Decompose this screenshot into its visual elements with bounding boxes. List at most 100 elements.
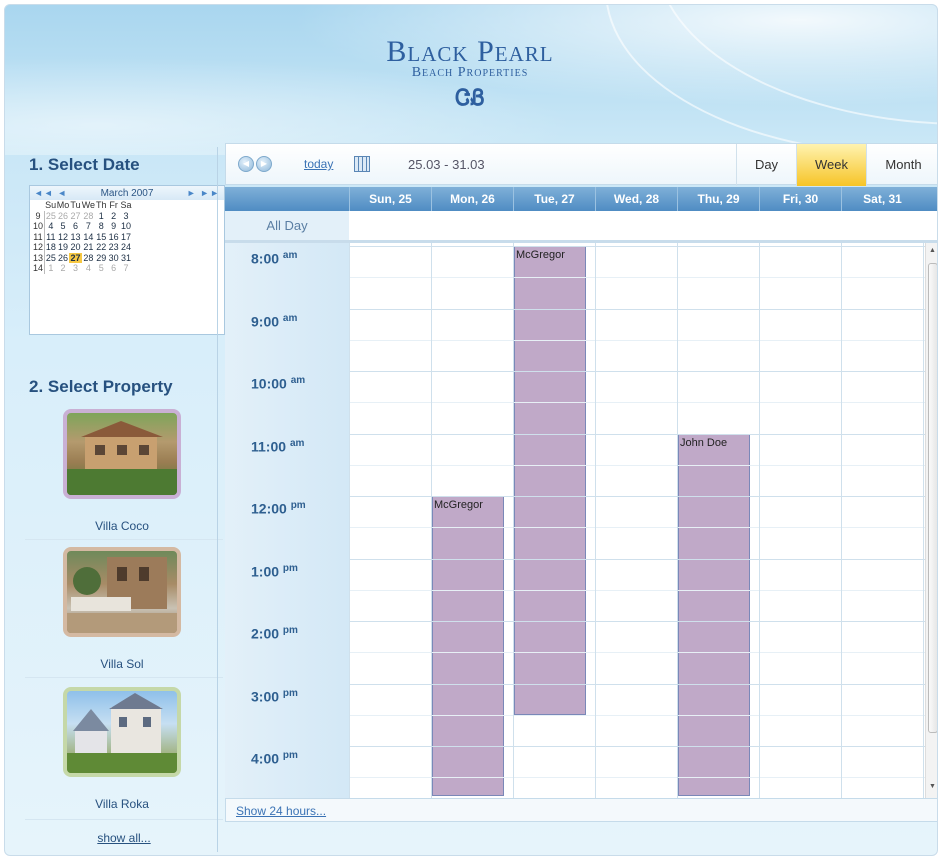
property-photo[interactable] xyxy=(63,687,181,777)
time-label: 10:00 am xyxy=(251,375,305,392)
mini-day-cell[interactable]: 29 xyxy=(95,253,107,264)
mini-day-cell[interactable]: 27 xyxy=(69,211,81,222)
mini-day-cell[interactable]: 6 xyxy=(107,263,119,274)
day-header-2[interactable]: Tue, 27 xyxy=(513,187,595,211)
time-label: 4:00 pm xyxy=(251,750,298,767)
mini-day-cell[interactable]: 1 xyxy=(95,211,107,222)
property-photo[interactable] xyxy=(63,409,181,499)
mini-day-cell[interactable]: 19 xyxy=(57,242,70,253)
mini-prev-nav-icon[interactable]: ◄◄ ◄ xyxy=(34,188,67,198)
appointment[interactable]: John Doe xyxy=(678,433,750,796)
scheduler: ◀ ▶ today 25.03 - 31.03 Day Week Month S… xyxy=(225,143,937,825)
mini-day-cell[interactable]: 6 xyxy=(69,221,81,232)
scroll-down-icon[interactable]: ▼ xyxy=(929,783,936,790)
day-header-5[interactable]: Fri, 30 xyxy=(759,187,841,211)
day-header-4[interactable]: Thu, 29 xyxy=(677,187,759,211)
mini-calendar-header: ◄◄ ◄ March 2007 ► ►► xyxy=(30,186,224,200)
mini-day-cell[interactable]: 16 xyxy=(107,232,119,243)
property-villa-coco[interactable]: Villa Coco xyxy=(63,409,181,533)
day-header-6[interactable]: Sat, 31 xyxy=(841,187,923,211)
property-villa-sol[interactable]: Villa Sol xyxy=(63,547,181,671)
time-label: 1:00 pm xyxy=(251,563,298,580)
scroll-thumb[interactable] xyxy=(928,263,937,733)
mini-next-nav-icon[interactable]: ► ►► xyxy=(187,188,220,198)
mini-day-cell[interactable]: 4 xyxy=(44,221,56,232)
mini-day-cell[interactable]: 27 xyxy=(69,252,82,263)
mini-day-cell[interactable]: 3 xyxy=(120,211,132,222)
mini-week-number: 9 xyxy=(32,210,45,221)
mini-day-cell[interactable]: 11 xyxy=(44,232,56,243)
appointment[interactable]: McGregor xyxy=(514,246,586,715)
mini-day-cell[interactable]: 23 xyxy=(107,242,119,253)
mini-day-cell[interactable]: 15 xyxy=(95,232,107,243)
time-hour: 4:00 xyxy=(251,750,280,767)
mini-day-cell[interactable]: 30 xyxy=(107,253,119,264)
mini-day-cell[interactable]: 5 xyxy=(95,263,107,274)
house-photo-icon xyxy=(67,421,177,495)
mini-day-cell[interactable]: 22 xyxy=(95,242,107,253)
day-header-1[interactable]: Mon, 26 xyxy=(431,187,513,211)
mini-day-cell[interactable]: 13 xyxy=(69,232,81,243)
property-name[interactable]: Villa Sol xyxy=(63,657,181,671)
day-header-3[interactable]: Wed, 28 xyxy=(595,187,677,211)
hour-gridline xyxy=(349,433,925,435)
mini-day-cell[interactable]: 17 xyxy=(120,232,132,243)
hour-gridline xyxy=(349,246,925,247)
divider xyxy=(25,819,223,820)
time-ampm: pm xyxy=(282,687,298,699)
mini-day-cell[interactable]: 24 xyxy=(120,242,132,253)
mini-day-cell[interactable]: 21 xyxy=(82,242,95,253)
mini-day-cell[interactable]: 5 xyxy=(57,221,70,232)
mini-month-label: March 2007 xyxy=(100,187,154,199)
mini-day-cell[interactable]: 18 xyxy=(44,242,56,253)
mini-day-cell[interactable]: 7 xyxy=(120,263,132,274)
mini-day-cell[interactable]: 26 xyxy=(57,253,70,264)
mini-day-cell[interactable]: 10 xyxy=(120,221,132,232)
tab-day[interactable]: Day xyxy=(736,144,796,186)
half-hour-gridline xyxy=(349,402,925,404)
show-all-link[interactable]: show all... xyxy=(25,831,223,845)
mini-calendar: ◄◄ ◄ March 2007 ► ►► Su Mo Tu We Th Fr Sa 9 25 26… xyxy=(29,185,225,335)
mini-week-row: 13 25 26 27 28 29 30 31 xyxy=(32,252,132,264)
mini-day-cell[interactable]: 2 xyxy=(107,211,119,222)
property-name[interactable]: Villa Coco xyxy=(63,519,181,533)
appointment[interactable]: McGregor xyxy=(432,496,504,796)
property-photo[interactable] xyxy=(63,547,181,637)
mini-day-cell[interactable]: 25 xyxy=(44,211,56,222)
hour-gridline xyxy=(349,558,925,560)
house-photo-icon xyxy=(67,693,177,773)
mini-dow-label: Th xyxy=(95,200,107,210)
mini-day-cell[interactable]: 4 xyxy=(82,263,95,274)
mini-day-cell[interactable]: 3 xyxy=(69,263,81,274)
tab-month[interactable]: Month xyxy=(866,144,937,186)
mini-day-cell[interactable]: 25 xyxy=(44,253,56,264)
mini-day-cell[interactable]: 2 xyxy=(57,263,70,274)
mini-day-cell[interactable]: 28 xyxy=(82,253,95,264)
property-villa-roka[interactable]: Villa Roka xyxy=(63,687,181,811)
mini-day-cell[interactable]: 1 xyxy=(44,263,56,274)
mini-day-cell[interactable]: 8 xyxy=(95,221,107,232)
scroll-up-icon[interactable]: ▲ xyxy=(929,247,936,254)
mini-day-cell[interactable]: 28 xyxy=(82,211,95,222)
property-name[interactable]: Villa Roka xyxy=(63,797,181,811)
calendar-picker-icon[interactable] xyxy=(354,156,370,172)
mini-dow-row: Su Mo Tu We Th Fr Sa xyxy=(32,200,132,211)
mini-day-cell[interactable]: 12 xyxy=(57,232,70,243)
time-ampm: pm xyxy=(290,500,306,511)
next-week-button[interactable]: ▶ xyxy=(256,156,272,172)
mini-day-cell[interactable]: 14 xyxy=(82,232,95,243)
mini-day-cell[interactable]: 9 xyxy=(107,221,119,232)
day-header-0[interactable]: Sun, 25 xyxy=(349,187,431,211)
hour-gridline xyxy=(349,371,925,372)
tab-week[interactable]: Week xyxy=(796,144,866,186)
show-24-hours-link[interactable]: Show 24 hours... xyxy=(236,804,326,818)
prev-week-button[interactable]: ◀ xyxy=(238,156,254,172)
mini-day-cell[interactable]: 20 xyxy=(69,242,81,253)
divider xyxy=(25,539,223,540)
mini-day-cell[interactable]: 7 xyxy=(82,221,95,232)
mini-day-cell[interactable]: 26 xyxy=(57,211,70,222)
mini-day-cell[interactable]: 31 xyxy=(120,253,132,264)
vertical-scrollbar[interactable]: ▲ ▼ xyxy=(925,243,937,798)
time-label: 9:00 am xyxy=(251,313,297,330)
today-link[interactable]: today xyxy=(304,157,333,171)
